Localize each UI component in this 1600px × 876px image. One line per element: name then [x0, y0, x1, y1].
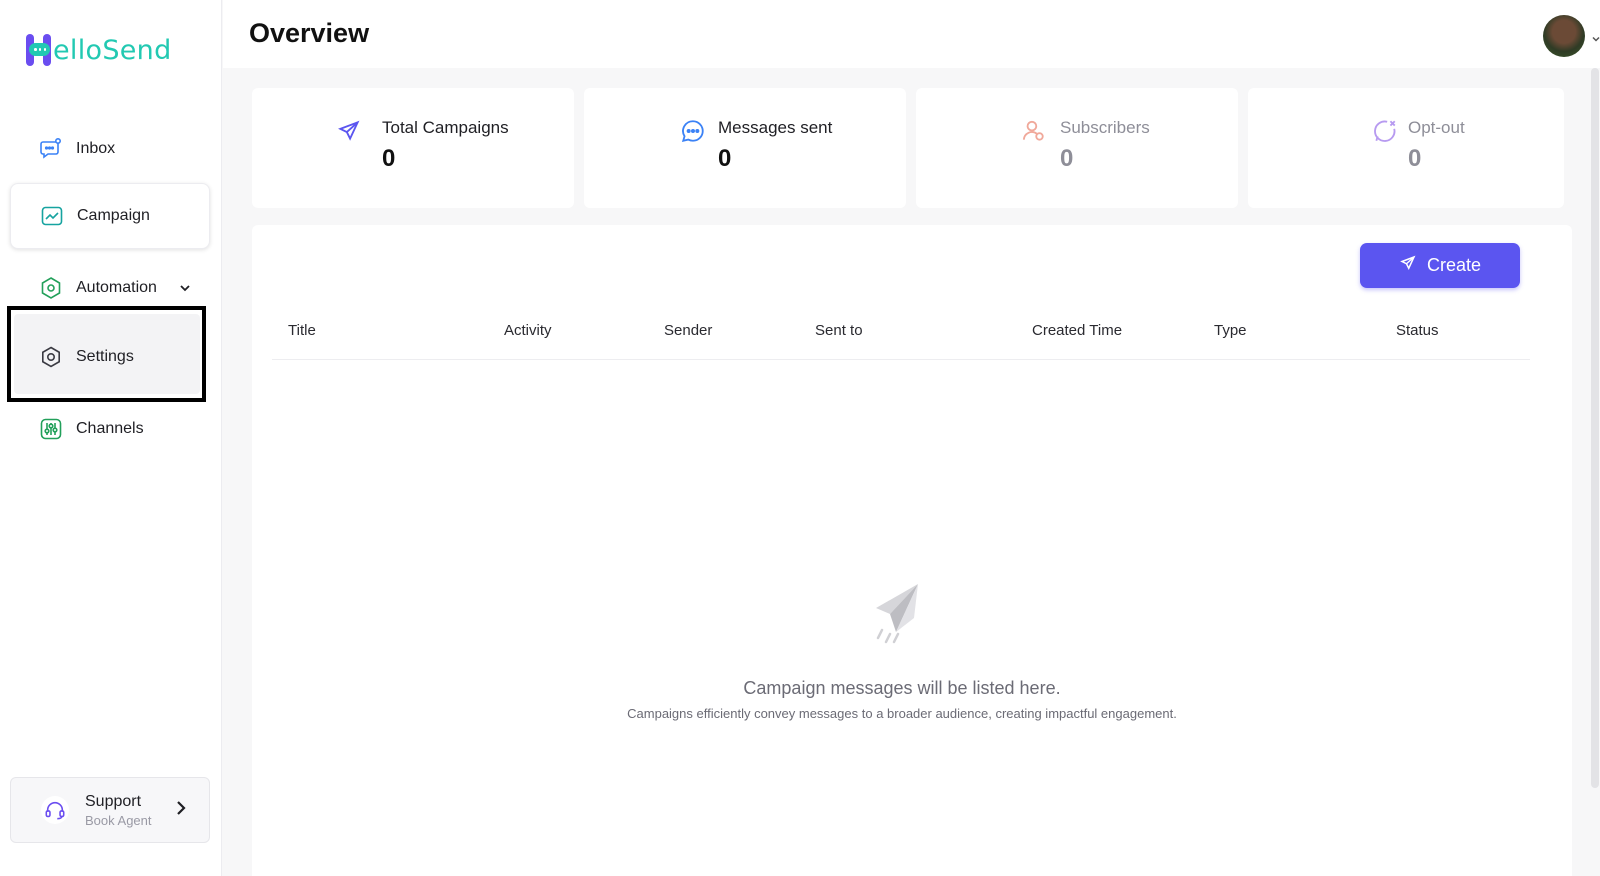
stat-value: 0: [1408, 145, 1422, 172]
sidebar-item-label: Channels: [76, 420, 144, 437]
top-header: Overview: [223, 0, 1600, 68]
chevron-down-icon[interactable]: [178, 281, 192, 295]
support-subtitle: Book Agent: [85, 812, 152, 828]
stat-card-opt-out: Opt-out 0: [1248, 88, 1564, 208]
avatar[interactable]: [1543, 15, 1585, 57]
column-header-status[interactable]: Status: [1396, 322, 1439, 339]
sidebar-item-label: Inbox: [76, 140, 116, 157]
chat-x-icon: [1372, 118, 1398, 144]
column-header-sent-to[interactable]: Sent to: [815, 322, 863, 339]
stat-card-subscribers: Subscribers 0: [916, 88, 1238, 208]
stat-card-total-campaigns: Total Campaigns 0: [252, 88, 574, 208]
chevron-right-icon: [175, 800, 187, 821]
stat-value: 0: [1060, 145, 1074, 172]
paper-plane-icon: [336, 118, 362, 144]
paper-plane-icon: [868, 580, 928, 650]
support-title: Support: [85, 792, 142, 810]
empty-state-subtitle: Campaigns efficiently convey messages to…: [627, 706, 1177, 721]
page-scrollbar[interactable]: [1591, 68, 1599, 788]
sidebar: elloSend Inbox Campaign Automation Setti…: [0, 0, 222, 876]
column-header-activity[interactable]: Activity: [504, 322, 552, 339]
chat-bubble-icon: [38, 136, 64, 162]
campaign-panel: Create Title Activity Sender Sent to Cre…: [252, 225, 1572, 876]
stat-label: Subscribers: [1060, 118, 1150, 137]
stat-label: Total Campaigns: [382, 118, 509, 137]
logo-text: elloSend: [53, 34, 172, 66]
hellosend-logo[interactable]: elloSend: [26, 30, 172, 70]
stat-value: 0: [718, 145, 732, 172]
create-campaign-button[interactable]: Create: [1360, 243, 1520, 288]
column-header-type[interactable]: Type: [1214, 322, 1247, 339]
sidebar-item-campaign[interactable]: Campaign: [10, 183, 210, 249]
chart-line-icon: [39, 203, 65, 229]
column-header-sender[interactable]: Sender: [664, 322, 712, 339]
sidebar-item-inbox[interactable]: Inbox: [10, 116, 210, 182]
empty-state-title: Campaign messages will be listed here.: [743, 678, 1061, 698]
column-header-title[interactable]: Title: [288, 322, 316, 339]
user-icon: [1020, 118, 1046, 144]
stat-label: Messages sent: [718, 118, 833, 137]
headset-icon: [41, 796, 69, 824]
stat-label: Opt-out: [1408, 118, 1465, 137]
sidebar-item-channels[interactable]: Channels: [10, 396, 210, 462]
hexagon-icon: [38, 275, 64, 301]
sidebar-item-label: Automation: [76, 279, 157, 296]
support-card[interactable]: Support Book Agent: [10, 777, 210, 843]
gear-icon: [38, 344, 64, 370]
paper-plane-icon: [1399, 254, 1417, 277]
chevron-down-icon[interactable]: [1592, 30, 1600, 42]
message-dots-icon: [680, 118, 706, 144]
table-header: Title Activity Sender Sent to Created Ti…: [272, 310, 1530, 360]
stat-card-messages-sent: Messages sent 0: [584, 88, 906, 208]
page-title: Overview: [249, 18, 370, 48]
sidebar-item-automation[interactable]: Automation: [10, 255, 210, 321]
sidebar-item-settings[interactable]: Settings: [10, 324, 210, 390]
sidebar-item-label: Settings: [76, 348, 134, 365]
column-header-created-time[interactable]: Created Time: [1032, 322, 1122, 339]
create-button-label: Create: [1426, 255, 1482, 275]
sliders-icon: [38, 416, 64, 442]
sidebar-item-label: Campaign: [77, 207, 150, 224]
stat-value: 0: [382, 145, 396, 172]
logo-mark-icon: [26, 34, 52, 66]
